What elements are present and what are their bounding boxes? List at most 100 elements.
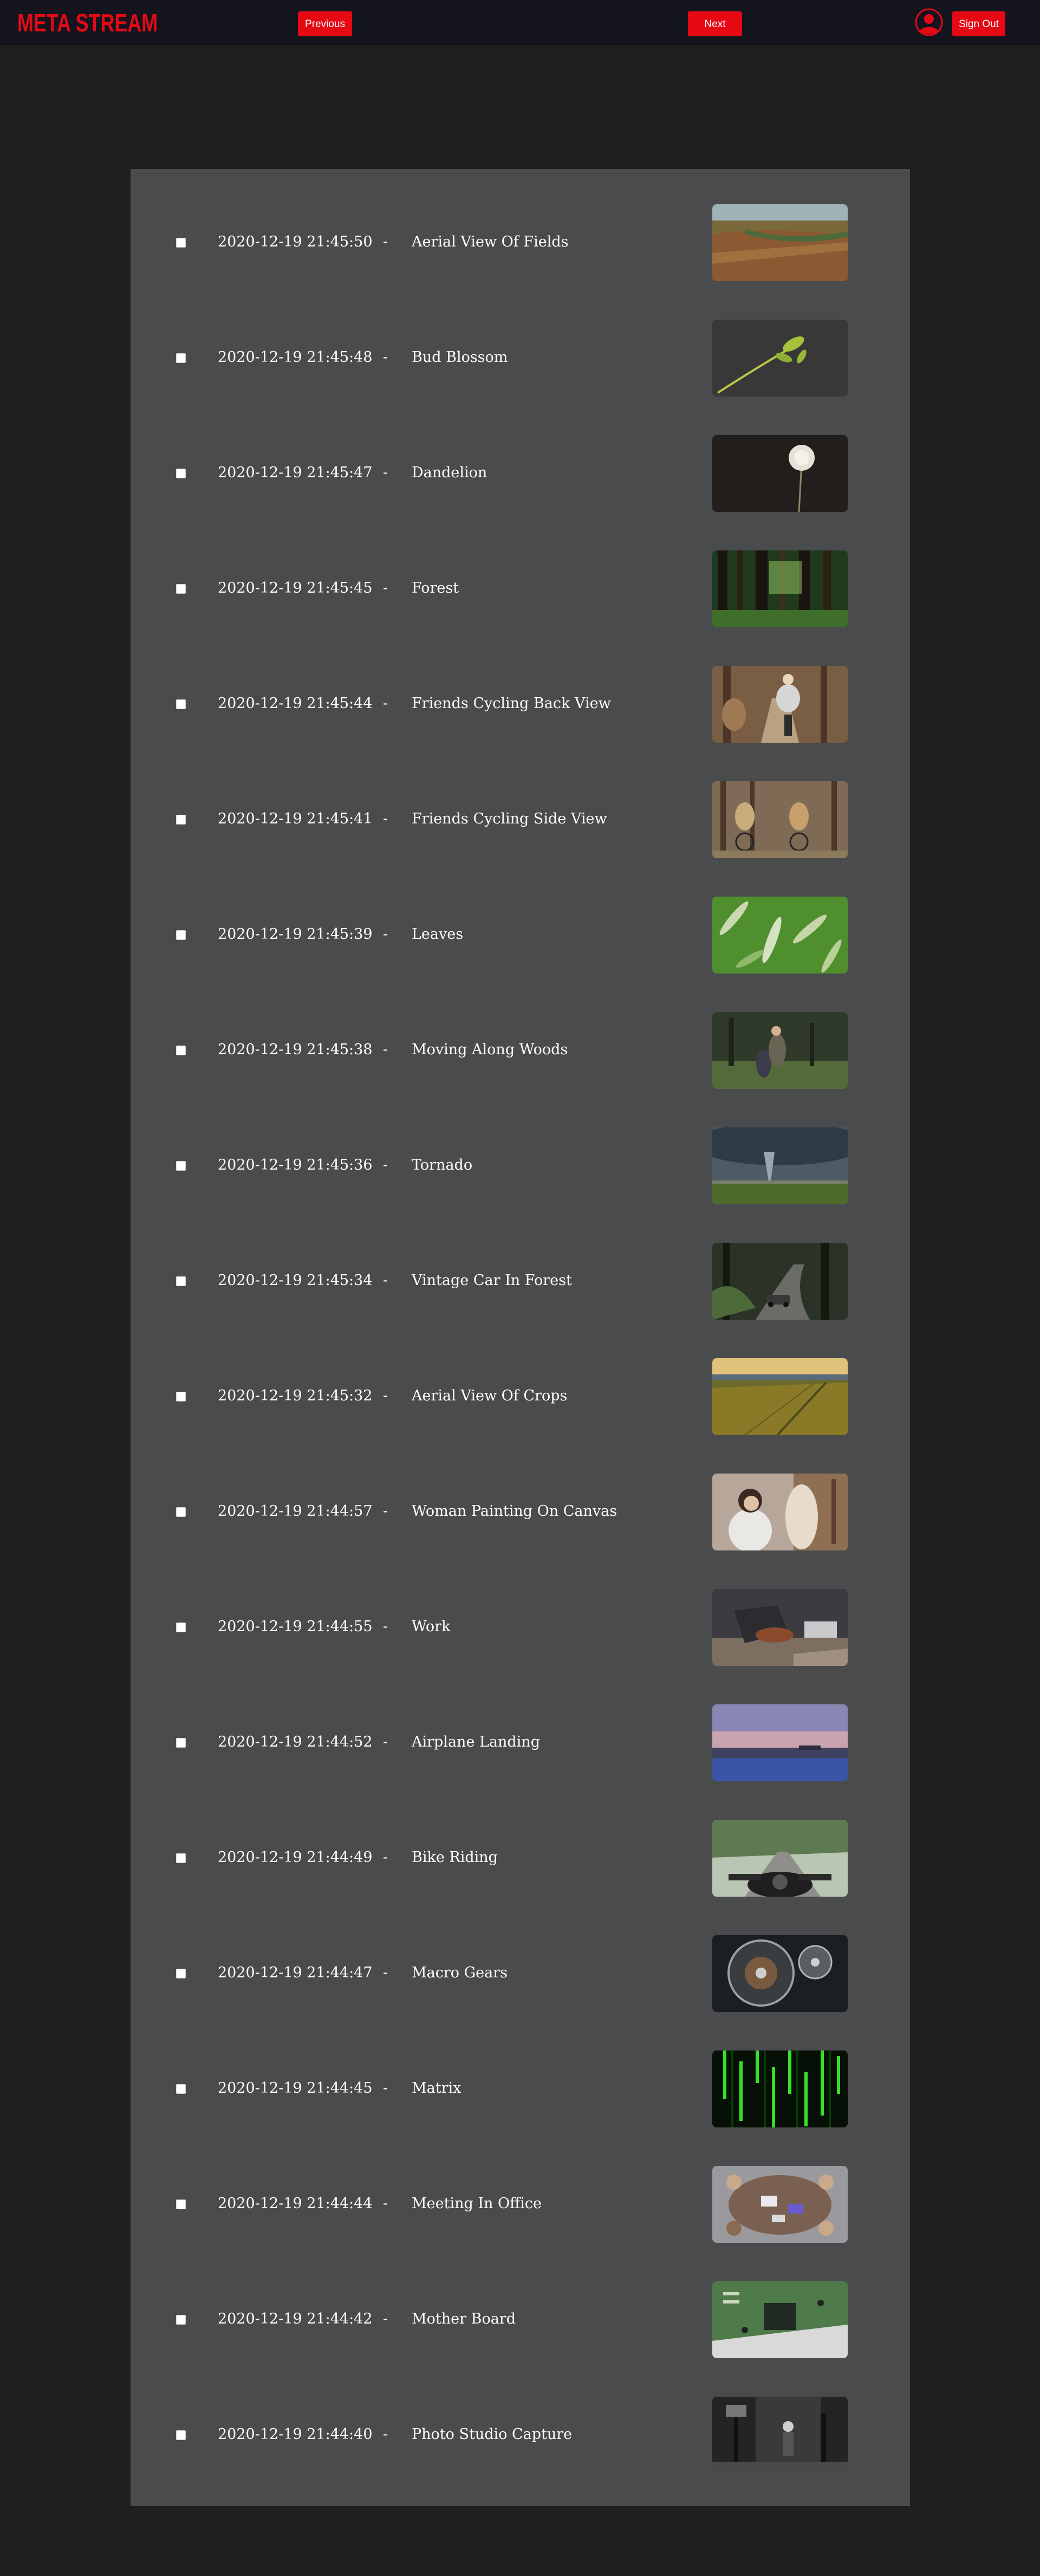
item-timestamp: 2020-12-19 21:44:55 <box>218 1618 373 1635</box>
item-title[interactable]: Mother Board <box>412 2309 516 2329</box>
item-separator: - <box>383 2195 388 2212</box>
list-item: 2020-12-19 21:44:55- Work <box>131 1589 910 1666</box>
item-separator: - <box>383 1849 388 1866</box>
select-checkbox[interactable] <box>176 1392 186 1401</box>
item-timestamp: 2020-12-19 21:44:45 <box>218 2080 373 2097</box>
thumbnail-image <box>712 2166 848 2243</box>
item-title[interactable]: Woman Painting On Canvas <box>412 1502 617 1521</box>
thumbnail-image <box>712 320 848 397</box>
item-title[interactable]: Macro Gears <box>412 1963 508 1983</box>
item-title[interactable]: Leaves <box>412 925 463 944</box>
item-title[interactable]: Friends Cycling Side View <box>412 809 607 829</box>
select-checkbox[interactable] <box>176 930 186 940</box>
video-thumbnail[interactable] <box>712 1935 848 2012</box>
list-item: 2020-12-19 21:44:52- Airplane Landing <box>131 1704 910 1781</box>
list-item: 2020-12-19 21:45:50- Aerial View Of Field… <box>131 204 910 281</box>
top-nav-bar: META STREAM Previous Next Sign Out <box>0 0 1040 45</box>
item-separator: - <box>383 1272 388 1289</box>
item-timestamp: 2020-12-19 21:45:39 <box>218 926 373 943</box>
select-checkbox[interactable] <box>176 699 186 709</box>
video-thumbnail[interactable] <box>712 1012 848 1089</box>
user-avatar-icon[interactable] <box>914 8 944 37</box>
video-thumbnail[interactable] <box>712 666 848 743</box>
item-separator: - <box>383 1618 388 1635</box>
video-thumbnail[interactable] <box>712 897 848 974</box>
list-item: 2020-12-19 21:45:47- Dandelion <box>131 435 910 512</box>
video-thumbnail[interactable] <box>712 2281 848 2358</box>
select-checkbox[interactable] <box>176 469 186 478</box>
item-timestamp: 2020-12-19 21:45:41 <box>218 810 373 827</box>
select-checkbox[interactable] <box>176 1853 186 1863</box>
thumbnail-image <box>712 435 848 512</box>
select-checkbox[interactable] <box>176 584 186 594</box>
video-thumbnail[interactable] <box>712 1474 848 1550</box>
video-thumbnail[interactable] <box>712 781 848 858</box>
item-separator: - <box>383 810 388 827</box>
item-timestamp: 2020-12-19 21:44:57 <box>218 1503 373 1520</box>
thumbnail-image <box>712 1012 848 1089</box>
item-title[interactable]: Aerial View Of Fields <box>412 232 569 252</box>
select-checkbox[interactable] <box>176 815 186 825</box>
list-item: 2020-12-19 21:44:49- Bike Riding <box>131 1820 910 1897</box>
select-checkbox[interactable] <box>176 1276 186 1286</box>
list-item: 2020-12-19 21:44:45- Matrix <box>131 2051 910 2127</box>
thumbnail-image <box>712 2397 848 2474</box>
item-title[interactable]: Work <box>412 1617 450 1637</box>
sign-out-button[interactable]: Sign Out <box>952 11 1005 36</box>
video-thumbnail[interactable] <box>712 435 848 512</box>
thumbnail-image <box>712 1704 848 1781</box>
video-thumbnail[interactable] <box>712 1589 848 1666</box>
item-separator: - <box>383 2426 388 2443</box>
item-title[interactable]: Friends Cycling Back View <box>412 694 611 713</box>
previous-button[interactable]: Previous <box>298 11 352 36</box>
video-thumbnail[interactable] <box>712 204 848 281</box>
next-button[interactable]: Next <box>688 11 742 36</box>
item-separator: - <box>383 464 388 481</box>
item-title[interactable]: Matrix <box>412 2079 461 2098</box>
list-item: 2020-12-19 21:45:34- Vintage Car In Fores… <box>131 1243 910 1320</box>
video-thumbnail[interactable] <box>712 2051 848 2127</box>
video-thumbnail[interactable] <box>712 1127 848 1204</box>
item-title[interactable]: Tornado <box>412 1156 472 1175</box>
select-checkbox[interactable] <box>176 353 186 363</box>
video-thumbnail[interactable] <box>712 320 848 397</box>
item-title[interactable]: Aerial View Of Crops <box>412 1386 567 1406</box>
video-thumbnail[interactable] <box>712 1704 848 1781</box>
item-title[interactable]: Bike Riding <box>412 1848 498 1867</box>
app-logo[interactable]: META STREAM <box>17 10 158 36</box>
item-title[interactable]: Dandelion <box>412 463 487 483</box>
video-thumbnail[interactable] <box>712 1820 848 1897</box>
thumbnail-image <box>712 1820 848 1897</box>
item-title[interactable]: Bud Blossom <box>412 348 508 367</box>
select-checkbox[interactable] <box>176 2199 186 2209</box>
item-timestamp: 2020-12-19 21:45:34 <box>218 1272 373 1289</box>
select-checkbox[interactable] <box>176 1046 186 1055</box>
video-thumbnail[interactable] <box>712 2397 848 2474</box>
item-timestamp: 2020-12-19 21:45:47 <box>218 464 373 481</box>
item-title[interactable]: Meeting In Office <box>412 2194 542 2214</box>
select-checkbox[interactable] <box>176 1623 186 1632</box>
item-title[interactable]: Forest <box>412 579 459 598</box>
item-separator: - <box>383 580 388 596</box>
video-thumbnail[interactable] <box>712 550 848 627</box>
select-checkbox[interactable] <box>176 238 186 248</box>
select-checkbox[interactable] <box>176 2315 186 2325</box>
item-title[interactable]: Moving Along Woods <box>412 1040 568 1060</box>
thumbnail-image <box>712 897 848 974</box>
video-thumbnail[interactable] <box>712 2166 848 2243</box>
video-thumbnail[interactable] <box>712 1358 848 1435</box>
video-thumbnail[interactable] <box>712 1243 848 1320</box>
item-title[interactable]: Vintage Car In Forest <box>412 1271 572 1290</box>
select-checkbox[interactable] <box>176 2084 186 2094</box>
thumbnail-image <box>712 2051 848 2127</box>
select-checkbox[interactable] <box>176 1507 186 1517</box>
thumbnail-image <box>712 1935 848 2012</box>
list-item: 2020-12-19 21:44:57- Woman Painting On Ca… <box>131 1474 910 1550</box>
select-checkbox[interactable] <box>176 1161 186 1171</box>
select-checkbox[interactable] <box>176 1738 186 1748</box>
select-checkbox[interactable] <box>176 2430 186 2440</box>
item-title[interactable]: Airplane Landing <box>412 1733 540 1752</box>
select-checkbox[interactable] <box>176 1969 186 1978</box>
list-item: 2020-12-19 21:45:32- Aerial View Of Crops <box>131 1358 910 1435</box>
item-title[interactable]: Photo Studio Capture <box>412 2425 572 2444</box>
